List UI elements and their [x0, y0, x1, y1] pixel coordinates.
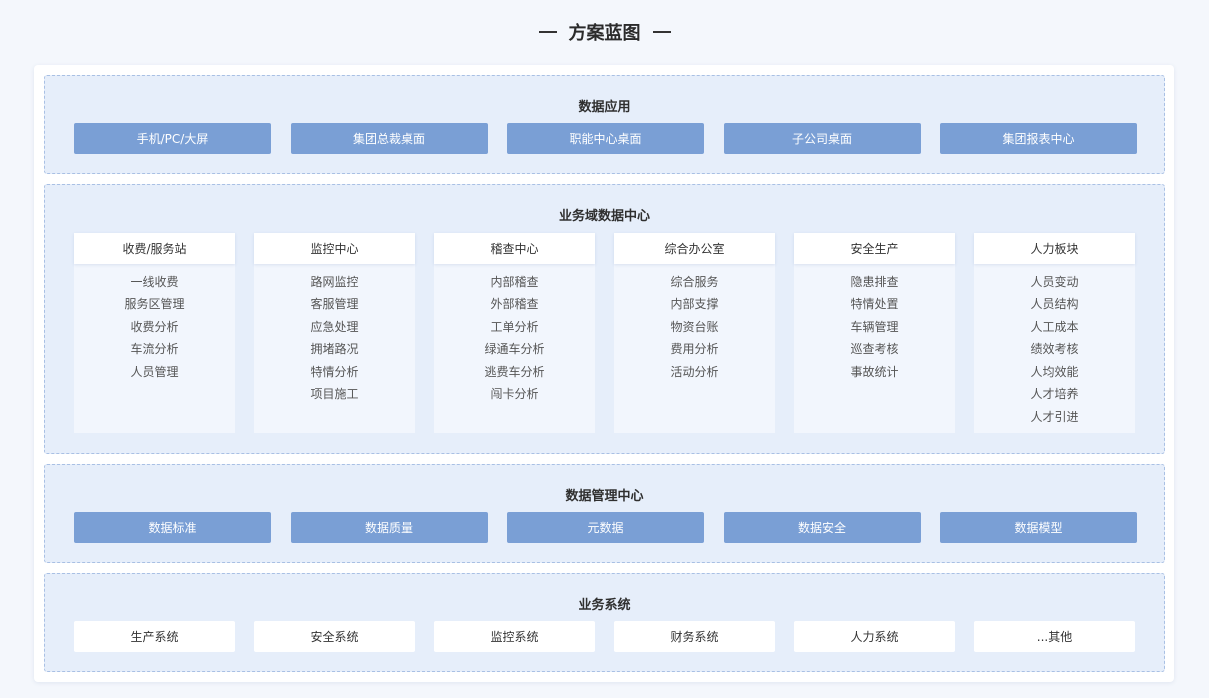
- app-item[interactable]: 集团总裁桌面: [290, 123, 488, 154]
- list-item[interactable]: 一线收费: [74, 270, 235, 293]
- list-item[interactable]: 事故统计: [794, 360, 955, 383]
- system-item[interactable]: ...其他: [974, 621, 1135, 652]
- list-item[interactable]: 闯卡分析: [434, 383, 595, 406]
- app-row: 手机/PC/大屏 集团总裁桌面 职能中心桌面 子公司桌面 集团报表中心: [74, 123, 1137, 154]
- list-item[interactable]: 人员变动: [974, 270, 1135, 293]
- app-item[interactable]: 集团报表中心: [940, 123, 1137, 154]
- domain-column: 监控中心 路网监控 客服管理 应急处理 拥堵路况 特情分析 项目施工: [254, 233, 415, 433]
- list-item[interactable]: 服务区管理: [74, 293, 235, 316]
- mgmt-item[interactable]: 数据模型: [940, 512, 1137, 543]
- mgmt-item[interactable]: 数据标准: [74, 512, 271, 543]
- app-item[interactable]: 职能中心桌面: [507, 123, 704, 154]
- list-item[interactable]: 工单分析: [434, 315, 595, 338]
- column-body: 一线收费 服务区管理 收费分析 车流分析 人员管理: [74, 264, 235, 433]
- blueprint-card: 数据应用 手机/PC/大屏 集团总裁桌面 职能中心桌面 子公司桌面 集团报表中心…: [34, 65, 1174, 682]
- system-item[interactable]: 人力系统: [794, 621, 955, 652]
- column-head[interactable]: 综合办公室: [614, 233, 775, 264]
- column-head[interactable]: 监控中心: [254, 233, 415, 264]
- list-item[interactable]: 内部支撑: [614, 293, 775, 316]
- system-item[interactable]: 安全系统: [254, 621, 415, 652]
- column-head[interactable]: 人力板块: [974, 233, 1135, 264]
- column-head[interactable]: 稽查中心: [434, 233, 595, 264]
- column-body: 路网监控 客服管理 应急处理 拥堵路况 特情分析 项目施工: [254, 264, 415, 433]
- layer-title: 数据应用: [578, 100, 631, 115]
- mgmt-item[interactable]: 数据质量: [290, 512, 488, 543]
- list-item[interactable]: 外部稽查: [434, 293, 595, 316]
- page-title: 方案蓝图: [0, 18, 1209, 46]
- systems-row: 生产系统 安全系统 监控系统 财务系统 人力系统 ...其他: [74, 621, 1135, 652]
- list-item[interactable]: 绩效考核: [974, 338, 1135, 361]
- layer-business-systems: 业务系统 生产系统 安全系统 监控系统 财务系统 人力系统 ...其他: [44, 573, 1165, 672]
- column-body: 人员变动 人员结构 人工成本 绩效考核 人均效能 人才培养 人才引进: [974, 264, 1135, 433]
- layer-title: 业务域数据中心: [558, 209, 650, 224]
- domain-column: 稽查中心 内部稽查 外部稽查 工单分析 绿通车分析 逃费车分析 闯卡分析: [434, 233, 595, 433]
- column-body: 隐患排查 特情处置 车辆管理 巡查考核 事故统计: [794, 264, 955, 433]
- list-item[interactable]: 物资台账: [614, 315, 775, 338]
- list-item[interactable]: 特情处置: [794, 293, 955, 316]
- list-item[interactable]: 隐患排查: [794, 270, 955, 293]
- domain-column: 综合办公室 综合服务 内部支撑 物资台账 费用分析 活动分析: [614, 233, 775, 433]
- column-body: 内部稽查 外部稽查 工单分析 绿通车分析 逃费车分析 闯卡分析: [434, 264, 595, 433]
- app-item[interactable]: 子公司桌面: [723, 123, 921, 154]
- list-item[interactable]: 内部稽查: [434, 270, 595, 293]
- list-item[interactable]: 收费分析: [74, 315, 235, 338]
- list-item[interactable]: 客服管理: [254, 293, 415, 316]
- column-body: 综合服务 内部支撑 物资台账 费用分析 活动分析: [614, 264, 775, 433]
- list-item[interactable]: 应急处理: [254, 315, 415, 338]
- system-item[interactable]: 生产系统: [74, 621, 235, 652]
- title-dash-left: [538, 31, 557, 33]
- list-item[interactable]: 人工成本: [974, 315, 1135, 338]
- domain-columns: 收费/服务站 一线收费 服务区管理 收费分析 车流分析 人员管理 监控中心 路网…: [74, 233, 1135, 433]
- list-item[interactable]: 逃费车分析: [434, 360, 595, 383]
- list-item[interactable]: 人员管理: [74, 360, 235, 383]
- mgmt-item[interactable]: 元数据: [507, 512, 704, 543]
- layer-title: 数据管理中心: [565, 489, 644, 504]
- list-item[interactable]: 人均效能: [974, 360, 1135, 383]
- list-item[interactable]: 项目施工: [254, 383, 415, 406]
- list-item[interactable]: 路网监控: [254, 270, 415, 293]
- system-item[interactable]: 监控系统: [434, 621, 595, 652]
- list-item[interactable]: 车流分析: [74, 338, 235, 361]
- layer-data-management: 数据管理中心 数据标准 数据质量 元数据 数据安全 数据模型: [44, 464, 1165, 563]
- list-item[interactable]: 人才引进: [974, 405, 1135, 428]
- list-item[interactable]: 人员结构: [974, 293, 1135, 316]
- title-dash-right: [652, 31, 671, 33]
- list-item[interactable]: 人才培养: [974, 383, 1135, 406]
- list-item[interactable]: 车辆管理: [794, 315, 955, 338]
- mgmt-item[interactable]: 数据安全: [723, 512, 921, 543]
- column-head[interactable]: 收费/服务站: [74, 233, 235, 264]
- column-head[interactable]: 安全生产: [794, 233, 955, 264]
- app-item[interactable]: 手机/PC/大屏: [74, 123, 271, 154]
- system-item[interactable]: 财务系统: [614, 621, 775, 652]
- list-item[interactable]: 绿通车分析: [434, 338, 595, 361]
- domain-column: 收费/服务站 一线收费 服务区管理 收费分析 车流分析 人员管理: [74, 233, 235, 433]
- list-item[interactable]: 巡查考核: [794, 338, 955, 361]
- list-item[interactable]: 特情分析: [254, 360, 415, 383]
- list-item[interactable]: 活动分析: [614, 360, 775, 383]
- list-item[interactable]: 综合服务: [614, 270, 775, 293]
- layer-business-domain: 业务域数据中心 收费/服务站 一线收费 服务区管理 收费分析 车流分析 人员管理…: [44, 184, 1165, 454]
- layer-data-application: 数据应用 手机/PC/大屏 集团总裁桌面 职能中心桌面 子公司桌面 集团报表中心: [44, 75, 1165, 174]
- mgmt-row: 数据标准 数据质量 元数据 数据安全 数据模型: [74, 512, 1137, 543]
- layer-title: 业务系统: [578, 598, 631, 613]
- list-item[interactable]: 费用分析: [614, 338, 775, 361]
- page-title-text: 方案蓝图: [568, 23, 641, 44]
- domain-column: 人力板块 人员变动 人员结构 人工成本 绩效考核 人均效能 人才培养 人才引进: [974, 233, 1135, 433]
- domain-column: 安全生产 隐患排查 特情处置 车辆管理 巡查考核 事故统计: [794, 233, 955, 433]
- list-item[interactable]: 拥堵路况: [254, 338, 415, 361]
